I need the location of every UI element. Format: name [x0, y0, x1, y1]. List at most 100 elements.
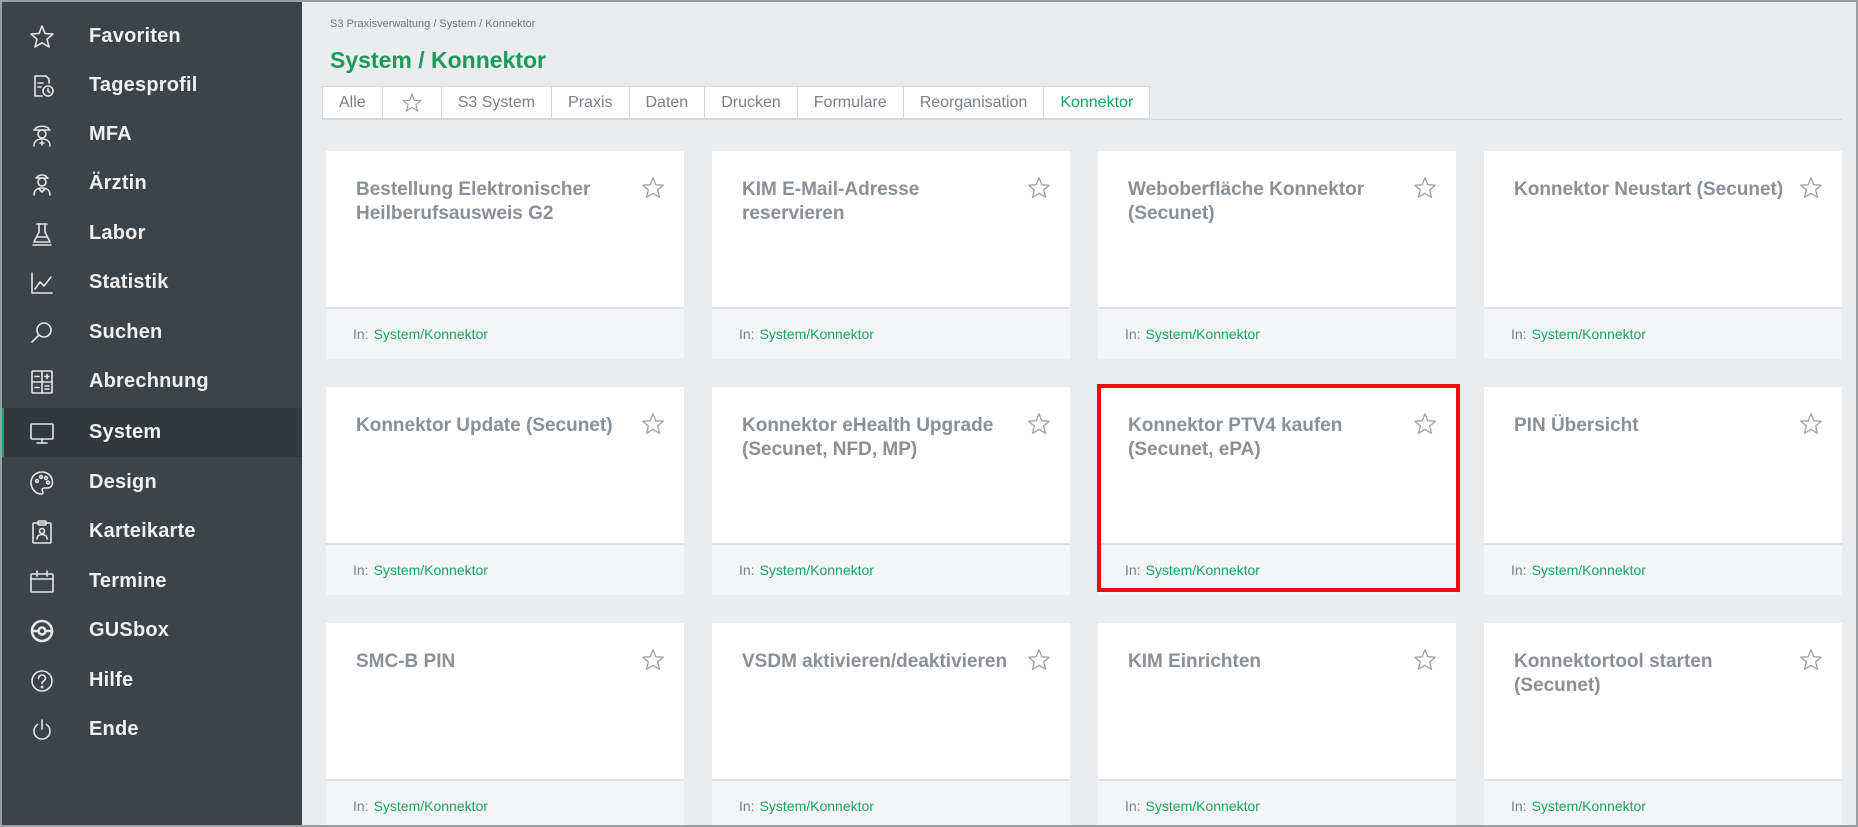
favorite-star-icon[interactable]: [1412, 647, 1438, 673]
card-footer-link[interactable]: System/Konnektor: [760, 798, 874, 814]
sidebar-item-tagesprofil[interactable]: Tagesprofil: [0, 61, 302, 110]
favorite-star-icon[interactable]: [1412, 411, 1438, 437]
card-footer: In: System/Konnektor: [712, 307, 1070, 359]
favorite-star-icon[interactable]: [1798, 411, 1824, 437]
favorite-star-icon[interactable]: [1026, 175, 1052, 201]
card-footer: In: System/Konnektor: [326, 307, 684, 359]
card-footer-link[interactable]: System/Konnektor: [760, 562, 874, 578]
card-vsdm-aktivieren[interactable]: VSDM aktivieren/deaktivieren In: System/K…: [712, 623, 1070, 827]
card-konnektor-neustart[interactable]: Konnektor Neustart (Secunet) In: System/K…: [1484, 151, 1842, 359]
card-footer-link[interactable]: System/Konnektor: [374, 798, 488, 814]
card-footer: In: System/Konnektor: [1098, 543, 1456, 595]
sidebar-item-design[interactable]: Design: [0, 458, 302, 507]
favorite-star-icon[interactable]: [640, 175, 666, 201]
calculator-icon: [26, 369, 58, 395]
card-footer-prefix: In:: [1511, 562, 1527, 578]
tab-drucken[interactable]: Drucken: [705, 87, 798, 118]
favorite-star-icon[interactable]: [1412, 175, 1438, 201]
card-footer-link[interactable]: System/Konnektor: [374, 562, 488, 578]
card-footer-link[interactable]: System/Konnektor: [1532, 326, 1646, 342]
card-konnektor-ptv4-kaufen[interactable]: Konnektor PTV4 kaufen (Secunet, ePA) In:…: [1098, 387, 1456, 595]
day-profile-icon: [26, 73, 58, 99]
tab-daten[interactable]: Daten: [629, 87, 706, 118]
sidebar-item-termine[interactable]: Termine: [0, 557, 302, 606]
sidebar-item-suchen[interactable]: Suchen: [0, 308, 302, 357]
card-title: Konnektor Neustart (Secunet): [1514, 179, 1784, 200]
card-title: VSDM aktivieren/deaktivieren: [742, 651, 1008, 672]
palette-icon: [26, 470, 58, 496]
card-footer: In: System/Konnektor: [1098, 307, 1456, 359]
favorite-star-icon[interactable]: [1798, 175, 1824, 201]
sidebar-item-label: System: [89, 421, 162, 443]
sidebar-item-statistik[interactable]: Statistik: [0, 258, 302, 307]
sidebar-item-hilfe[interactable]: Hilfe: [0, 656, 302, 705]
tab-konnektor[interactable]: Konnektor: [1044, 87, 1150, 118]
star-icon: [401, 92, 423, 114]
card-title: KIM Einrichten: [1128, 651, 1262, 672]
card-title: KIM E-Mail-Adresse reservieren: [742, 179, 920, 224]
sidebar-item-gusbox[interactable]: GUSbox: [0, 606, 302, 655]
sidebar-item-label: Ende: [89, 718, 139, 740]
card-footer-link[interactable]: System/Konnektor: [1146, 562, 1260, 578]
card-footer-prefix: In:: [353, 562, 369, 578]
favorite-star-icon[interactable]: [1798, 647, 1824, 673]
sidebar-item-karteikarte[interactable]: Karteikarte: [0, 507, 302, 556]
card-pin-uebersicht[interactable]: PIN Übersicht In: System/Konnektor: [1484, 387, 1842, 595]
card-footer-prefix: In:: [739, 326, 755, 342]
card-footer-link[interactable]: System/Konnektor: [1532, 798, 1646, 814]
tab-favoriten[interactable]: [382, 87, 442, 118]
doctor-icon: [26, 171, 58, 197]
sidebar-item-ende[interactable]: Ende: [0, 705, 302, 754]
card-footer-link[interactable]: System/Konnektor: [1146, 798, 1260, 814]
card-footer-link[interactable]: System/Konnektor: [760, 326, 874, 342]
favorite-star-icon[interactable]: [640, 647, 666, 673]
card-weboberflaeche-konnektor[interactable]: Weboberfläche Konnektor (Secunet) In: Sys…: [1098, 151, 1456, 359]
sidebar-item-label: Hilfe: [89, 669, 134, 691]
card-footer-prefix: In:: [1125, 798, 1141, 814]
card-kim-einrichten[interactable]: KIM Einrichten In: System/Konnektor: [1098, 623, 1456, 827]
power-icon: [26, 717, 58, 743]
card-bestellung-heilberufsausweis[interactable]: Bestellung Elektronischer Heilberufsausw…: [326, 151, 684, 359]
sidebar-item-label: Karteikarte: [89, 520, 196, 542]
sidebar-item-aerztin[interactable]: Ärztin: [0, 159, 302, 208]
favorite-star-icon[interactable]: [1026, 411, 1052, 437]
favorite-star-icon[interactable]: [640, 411, 666, 437]
sidebar-item-system[interactable]: System: [0, 408, 302, 457]
card-footer-link[interactable]: System/Konnektor: [374, 326, 488, 342]
card-footer-link[interactable]: System/Konnektor: [1146, 326, 1260, 342]
card-title: Weboberfläche Konnektor (Secunet): [1128, 179, 1365, 224]
tab-alle[interactable]: Alle: [323, 87, 383, 118]
search-icon: [26, 320, 58, 346]
tab-reorganisation[interactable]: Reorganisation: [903, 87, 1045, 118]
sidebar-item-labor[interactable]: Labor: [0, 209, 302, 258]
sidebar-item-label: Suchen: [89, 321, 163, 343]
card-title: Bestellung Elektronischer Heilberufsausw…: [356, 179, 591, 224]
sidebar-item-mfa[interactable]: MFA: [0, 110, 302, 159]
calendar-icon: [26, 569, 58, 595]
card-footer: In: System/Konnektor: [712, 543, 1070, 595]
page-title: System / Konnektor: [330, 47, 546, 73]
gusbox-icon: [26, 618, 58, 644]
sidebar-item-label: Labor: [89, 222, 146, 244]
tab-praxis[interactable]: Praxis: [552, 87, 630, 118]
sidebar-item-label: Statistik: [89, 271, 169, 293]
card-footer-prefix: In:: [353, 326, 369, 342]
card-title: Konnektor PTV4 kaufen (Secunet, ePA): [1128, 415, 1343, 460]
card-title: Konnektor Update (Secunet): [356, 415, 613, 436]
sidebar: Favoriten Tagesprofil MFA Ärztin Labor S…: [0, 0, 302, 827]
card-konnektor-update[interactable]: Konnektor Update (Secunet) In: System/Kon…: [326, 387, 684, 595]
sidebar-item-abrechnung[interactable]: Abrechnung: [0, 357, 302, 406]
card-footer-prefix: In:: [1125, 562, 1141, 578]
tab-formulare[interactable]: Formulare: [797, 87, 904, 118]
card-footer-link[interactable]: System/Konnektor: [1532, 562, 1646, 578]
card-konnektor-ehealth-upgrade[interactable]: Konnektor eHealth Upgrade (Secunet, NFD,…: [712, 387, 1070, 595]
sidebar-item-label: Favoriten: [89, 25, 181, 47]
card-konnektortool-starten[interactable]: Konnektortool starten (Secunet) In: Syste…: [1484, 623, 1842, 827]
sidebar-item-favoriten[interactable]: Favoriten: [0, 12, 302, 61]
tab-s3-system[interactable]: S3 System: [441, 87, 553, 118]
card-smcb-pin[interactable]: SMC-B PIN In: System/Konnektor: [326, 623, 684, 827]
tab-bar: Alle S3 System Praxis Daten Drucken Form…: [322, 86, 1151, 119]
card-kim-email-reservieren[interactable]: KIM E-Mail-Adresse reservieren In: System…: [712, 151, 1070, 359]
card-title: Konnektor eHealth Upgrade (Secunet, NFD,…: [742, 415, 994, 460]
favorite-star-icon[interactable]: [1026, 647, 1052, 673]
